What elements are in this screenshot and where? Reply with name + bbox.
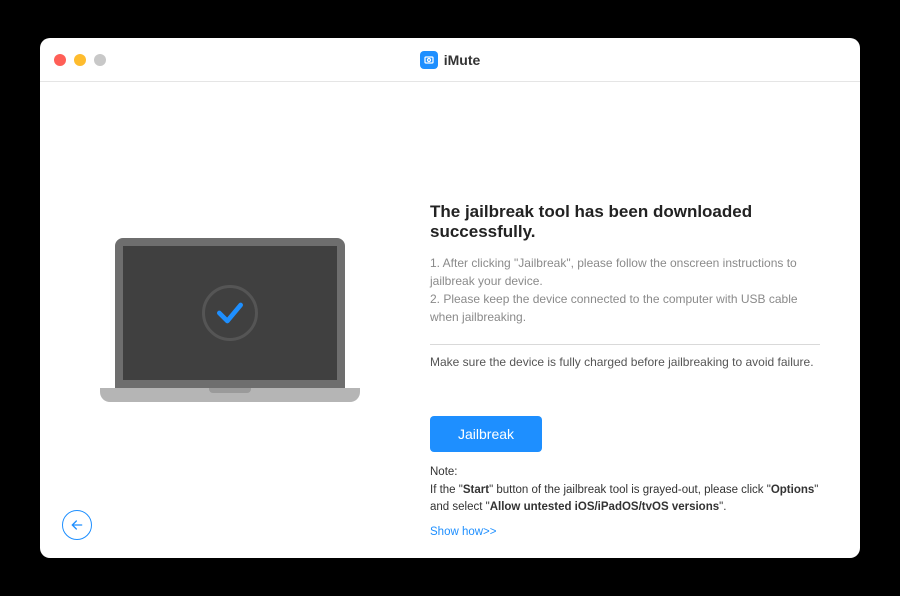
note-text-4: ". [719,501,726,513]
maximize-window-button[interactable] [94,54,106,66]
titlebar: iMute [40,38,860,82]
app-window: iMute The jailbreak tool has been downlo… [40,38,860,558]
window-controls [54,54,106,66]
show-how-link[interactable]: Show how>> [430,526,820,538]
warning-text: Make sure the device is fully charged be… [430,355,820,369]
jailbreak-button[interactable]: Jailbreak [430,416,542,452]
back-button[interactable] [62,510,92,540]
info-pane: The jailbreak tool has been downloaded s… [420,82,860,558]
page-heading: The jailbreak tool has been downloaded s… [430,202,820,242]
note-block: Note: If the "Start" button of the jailb… [430,464,820,516]
note-label: Note: [430,466,458,478]
laptop-base [100,388,360,402]
minimize-window-button[interactable] [74,54,86,66]
note-bold-allow: Allow untested iOS/iPadOS/tvOS versions [490,501,719,513]
content-area: The jailbreak tool has been downloaded s… [40,82,860,558]
note-bold-start: Start [463,484,489,496]
divider [430,344,820,345]
instructions-block: 1. After clicking "Jailbreak", please fo… [430,254,820,326]
checkmark-circle-icon [202,285,258,341]
note-text-1: If the " [430,484,463,496]
instruction-line-2: 2. Please keep the device connected to t… [430,290,820,326]
note-bold-options: Options [771,484,814,496]
app-title: iMute [444,52,481,68]
title-center: iMute [420,51,481,69]
instruction-line-1: 1. After clicking "Jailbreak", please fo… [430,254,820,290]
laptop-screen [115,238,345,388]
laptop-illustration [100,238,360,402]
app-icon [420,51,438,69]
arrow-left-icon [69,517,85,533]
note-text-2: " button of the jailbreak tool is grayed… [489,484,771,496]
close-window-button[interactable] [54,54,66,66]
illustration-pane [40,82,420,558]
